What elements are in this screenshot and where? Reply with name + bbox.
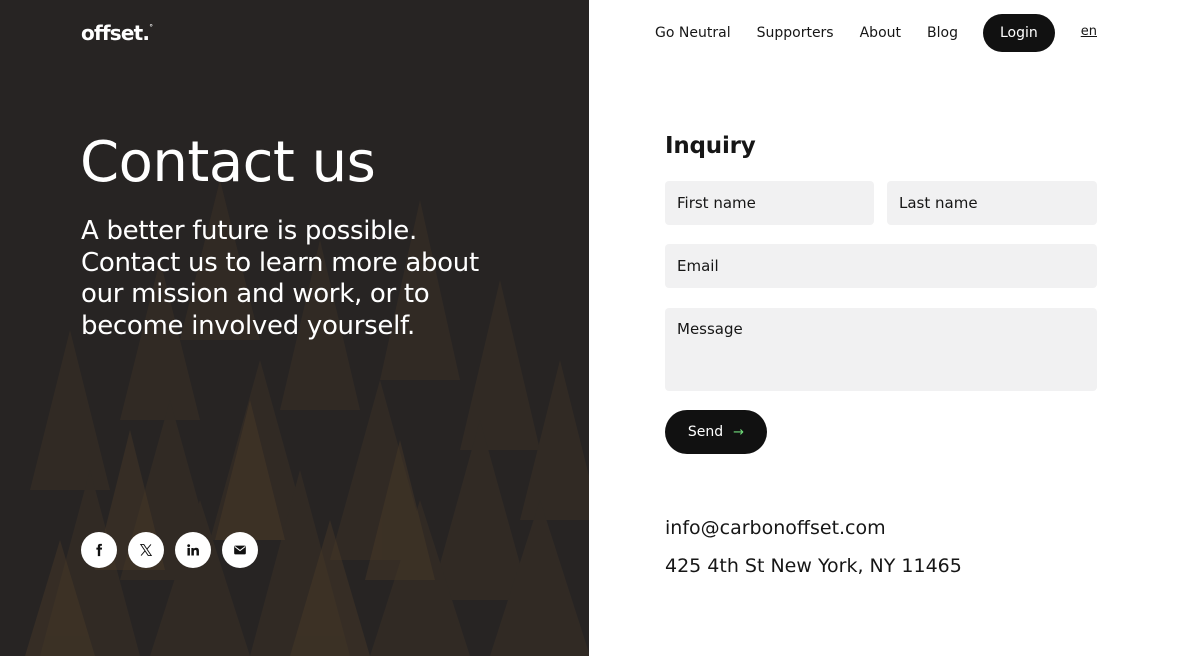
nav-go-neutral[interactable]: Go Neutral [655, 25, 731, 41]
facebook-icon [96, 543, 103, 557]
language-selector[interactable]: en [1081, 24, 1097, 39]
linkedin-button[interactable] [175, 532, 211, 568]
logo-mark: ° [149, 23, 153, 33]
nav-about[interactable]: About [860, 25, 901, 41]
email-input[interactable] [665, 244, 1097, 288]
message-textarea[interactable] [665, 308, 1097, 391]
contact-address: 425 4th St New York, NY 11465 [665, 555, 962, 577]
nav-blog[interactable]: Blog [927, 25, 958, 41]
send-button[interactable]: Send → [665, 410, 767, 454]
email-icon [234, 545, 246, 555]
social-links [81, 532, 258, 568]
first-name-input[interactable] [665, 181, 874, 225]
send-button-label: Send [687, 424, 724, 440]
offset-logo[interactable]: offset.° [81, 21, 153, 45]
nav-supporters[interactable]: Supporters [757, 25, 834, 41]
login-button[interactable]: Login [982, 14, 1055, 52]
page-title: Contact us [80, 130, 376, 195]
last-name-input[interactable] [887, 181, 1097, 225]
x-button[interactable] [128, 532, 164, 568]
arrow-right-icon: → [733, 424, 745, 440]
facebook-button[interactable] [81, 532, 117, 568]
linkedin-icon [187, 544, 199, 556]
hero-subtitle: A better future is possible. Contact us … [81, 216, 479, 341]
top-navigation: Go Neutral Supporters About Blog Login e… [655, 14, 1097, 52]
contact-email[interactable]: info@carbonoffset.com [665, 517, 886, 539]
email-button[interactable] [222, 532, 258, 568]
logo-text: offset. [81, 21, 150, 45]
hero-panel: offset.° Contact us A better future is p… [0, 0, 589, 656]
x-icon [139, 543, 153, 557]
form-title: Inquiry [665, 133, 756, 159]
